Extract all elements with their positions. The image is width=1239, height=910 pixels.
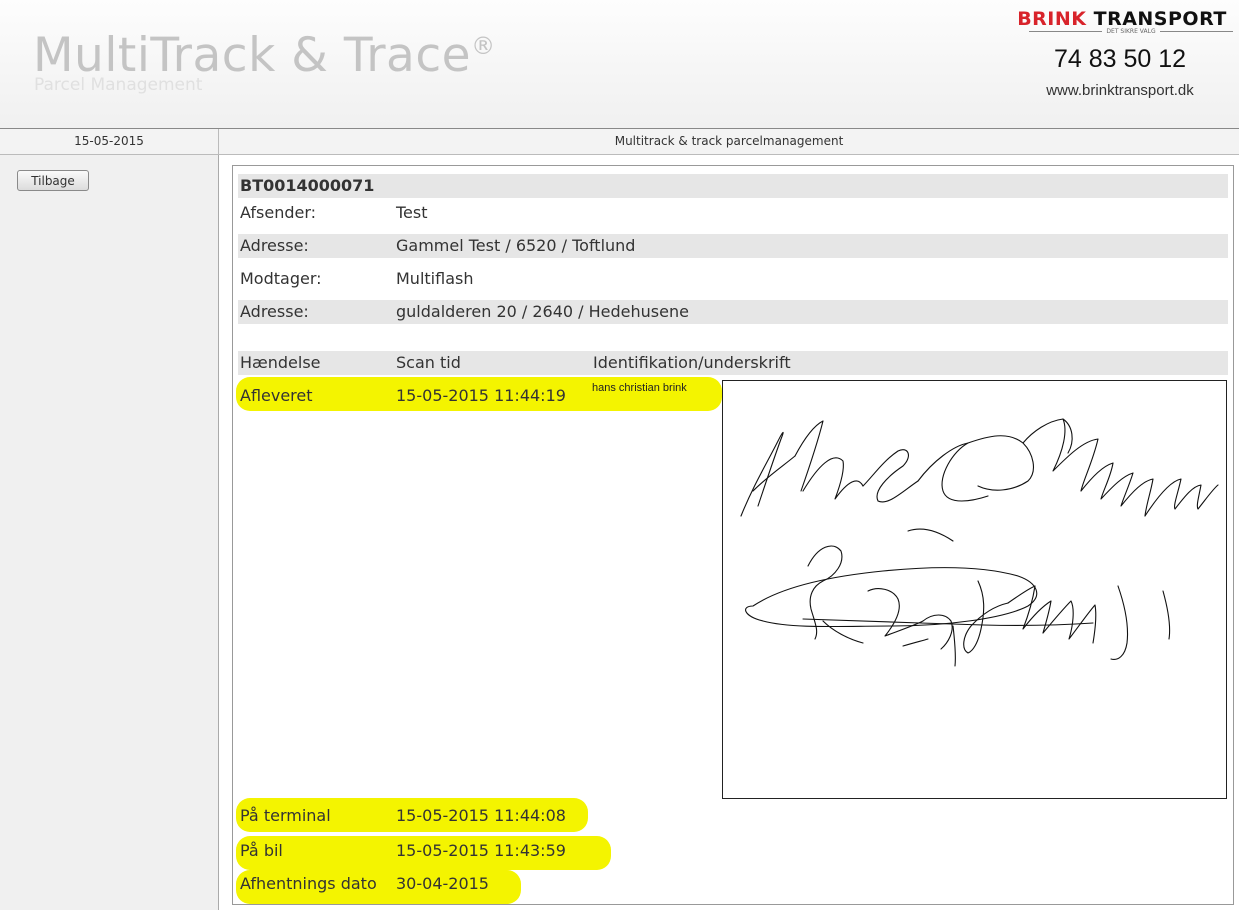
sender-address-row: Adresse: Gammel Test / 6520 / Toftlund bbox=[238, 234, 1228, 258]
receiver-address-value: guldalderen 20 / 2640 / Hedehusene bbox=[396, 302, 689, 321]
current-date: 15-05-2015 bbox=[0, 129, 219, 154]
field-label: Modtager: bbox=[240, 269, 322, 288]
info-bar: 15-05-2015 Multitrack & track parcelmana… bbox=[0, 129, 1239, 155]
brand-phone: 74 83 50 12 bbox=[1053, 45, 1187, 73]
sender-value: Test bbox=[396, 203, 428, 222]
history-time: 30-04-2015 bbox=[396, 874, 489, 893]
signer-name: hans christian brink bbox=[592, 382, 687, 394]
field-label: Adresse: bbox=[240, 302, 309, 321]
history-row-pickup: Afhentnings dato 30-04-2015 bbox=[238, 872, 590, 896]
receiver-row: Modtager: Multiflash bbox=[238, 267, 1228, 291]
page-title: Multitrack & track parcelmanagement bbox=[614, 134, 844, 148]
brand-website: www.brinktransport.dk bbox=[1046, 82, 1194, 99]
history-row-vehicle: På bil 15-05-2015 11:43:59 bbox=[238, 839, 590, 863]
sidebar: Tilbage bbox=[0, 155, 219, 910]
delivered-event: Afleveret bbox=[240, 386, 313, 405]
history-row-terminal: På terminal 15-05-2015 11:44:08 bbox=[238, 804, 590, 828]
shipment-id: BT0014000071 bbox=[240, 176, 375, 195]
header: MultiTrack & Trace® Parcel Management BR… bbox=[0, 0, 1239, 129]
column-header-event: Hændelse bbox=[240, 353, 321, 372]
back-button[interactable]: Tilbage bbox=[17, 170, 89, 191]
shipment-panel: BT0014000071 Afsender: Test Adresse: Gam… bbox=[232, 165, 1234, 905]
signature-box bbox=[722, 380, 1227, 799]
history-event: Afhentnings dato bbox=[240, 874, 377, 893]
history-event: På terminal bbox=[240, 806, 331, 825]
delivered-time: 15-05-2015 11:44:19 bbox=[396, 386, 566, 405]
receiver-address-row: Adresse: guldalderen 20 / 2640 / Hedehus… bbox=[238, 300, 1228, 324]
signature-drawing bbox=[740, 418, 1219, 667]
column-header-signature: Identifikation/underskrift bbox=[593, 353, 791, 372]
events-header-row: Hændelse Scan tid Identifikation/undersk… bbox=[238, 351, 1228, 375]
sender-address-value: Gammel Test / 6520 / Toftlund bbox=[396, 236, 636, 255]
history-event: På bil bbox=[240, 841, 283, 860]
shipment-id-row: BT0014000071 bbox=[238, 174, 1228, 198]
history-time: 15-05-2015 11:44:08 bbox=[396, 806, 566, 825]
brand-logo: BRINK TRANSPORT bbox=[1017, 8, 1227, 30]
sender-row: Afsender: Test bbox=[238, 201, 1228, 225]
history-time: 15-05-2015 11:43:59 bbox=[396, 841, 566, 860]
field-label: Afsender: bbox=[240, 203, 317, 222]
app-subtitle: Parcel Management bbox=[34, 75, 203, 95]
field-label: Adresse: bbox=[240, 236, 309, 255]
trademark-symbol: ® bbox=[471, 32, 496, 60]
brand-block: BRINK TRANSPORT DET SIKRE VALG 74 83 50 … bbox=[1007, 8, 1233, 124]
column-header-scan-time: Scan tid bbox=[396, 353, 461, 372]
receiver-value: Multiflash bbox=[396, 269, 474, 288]
